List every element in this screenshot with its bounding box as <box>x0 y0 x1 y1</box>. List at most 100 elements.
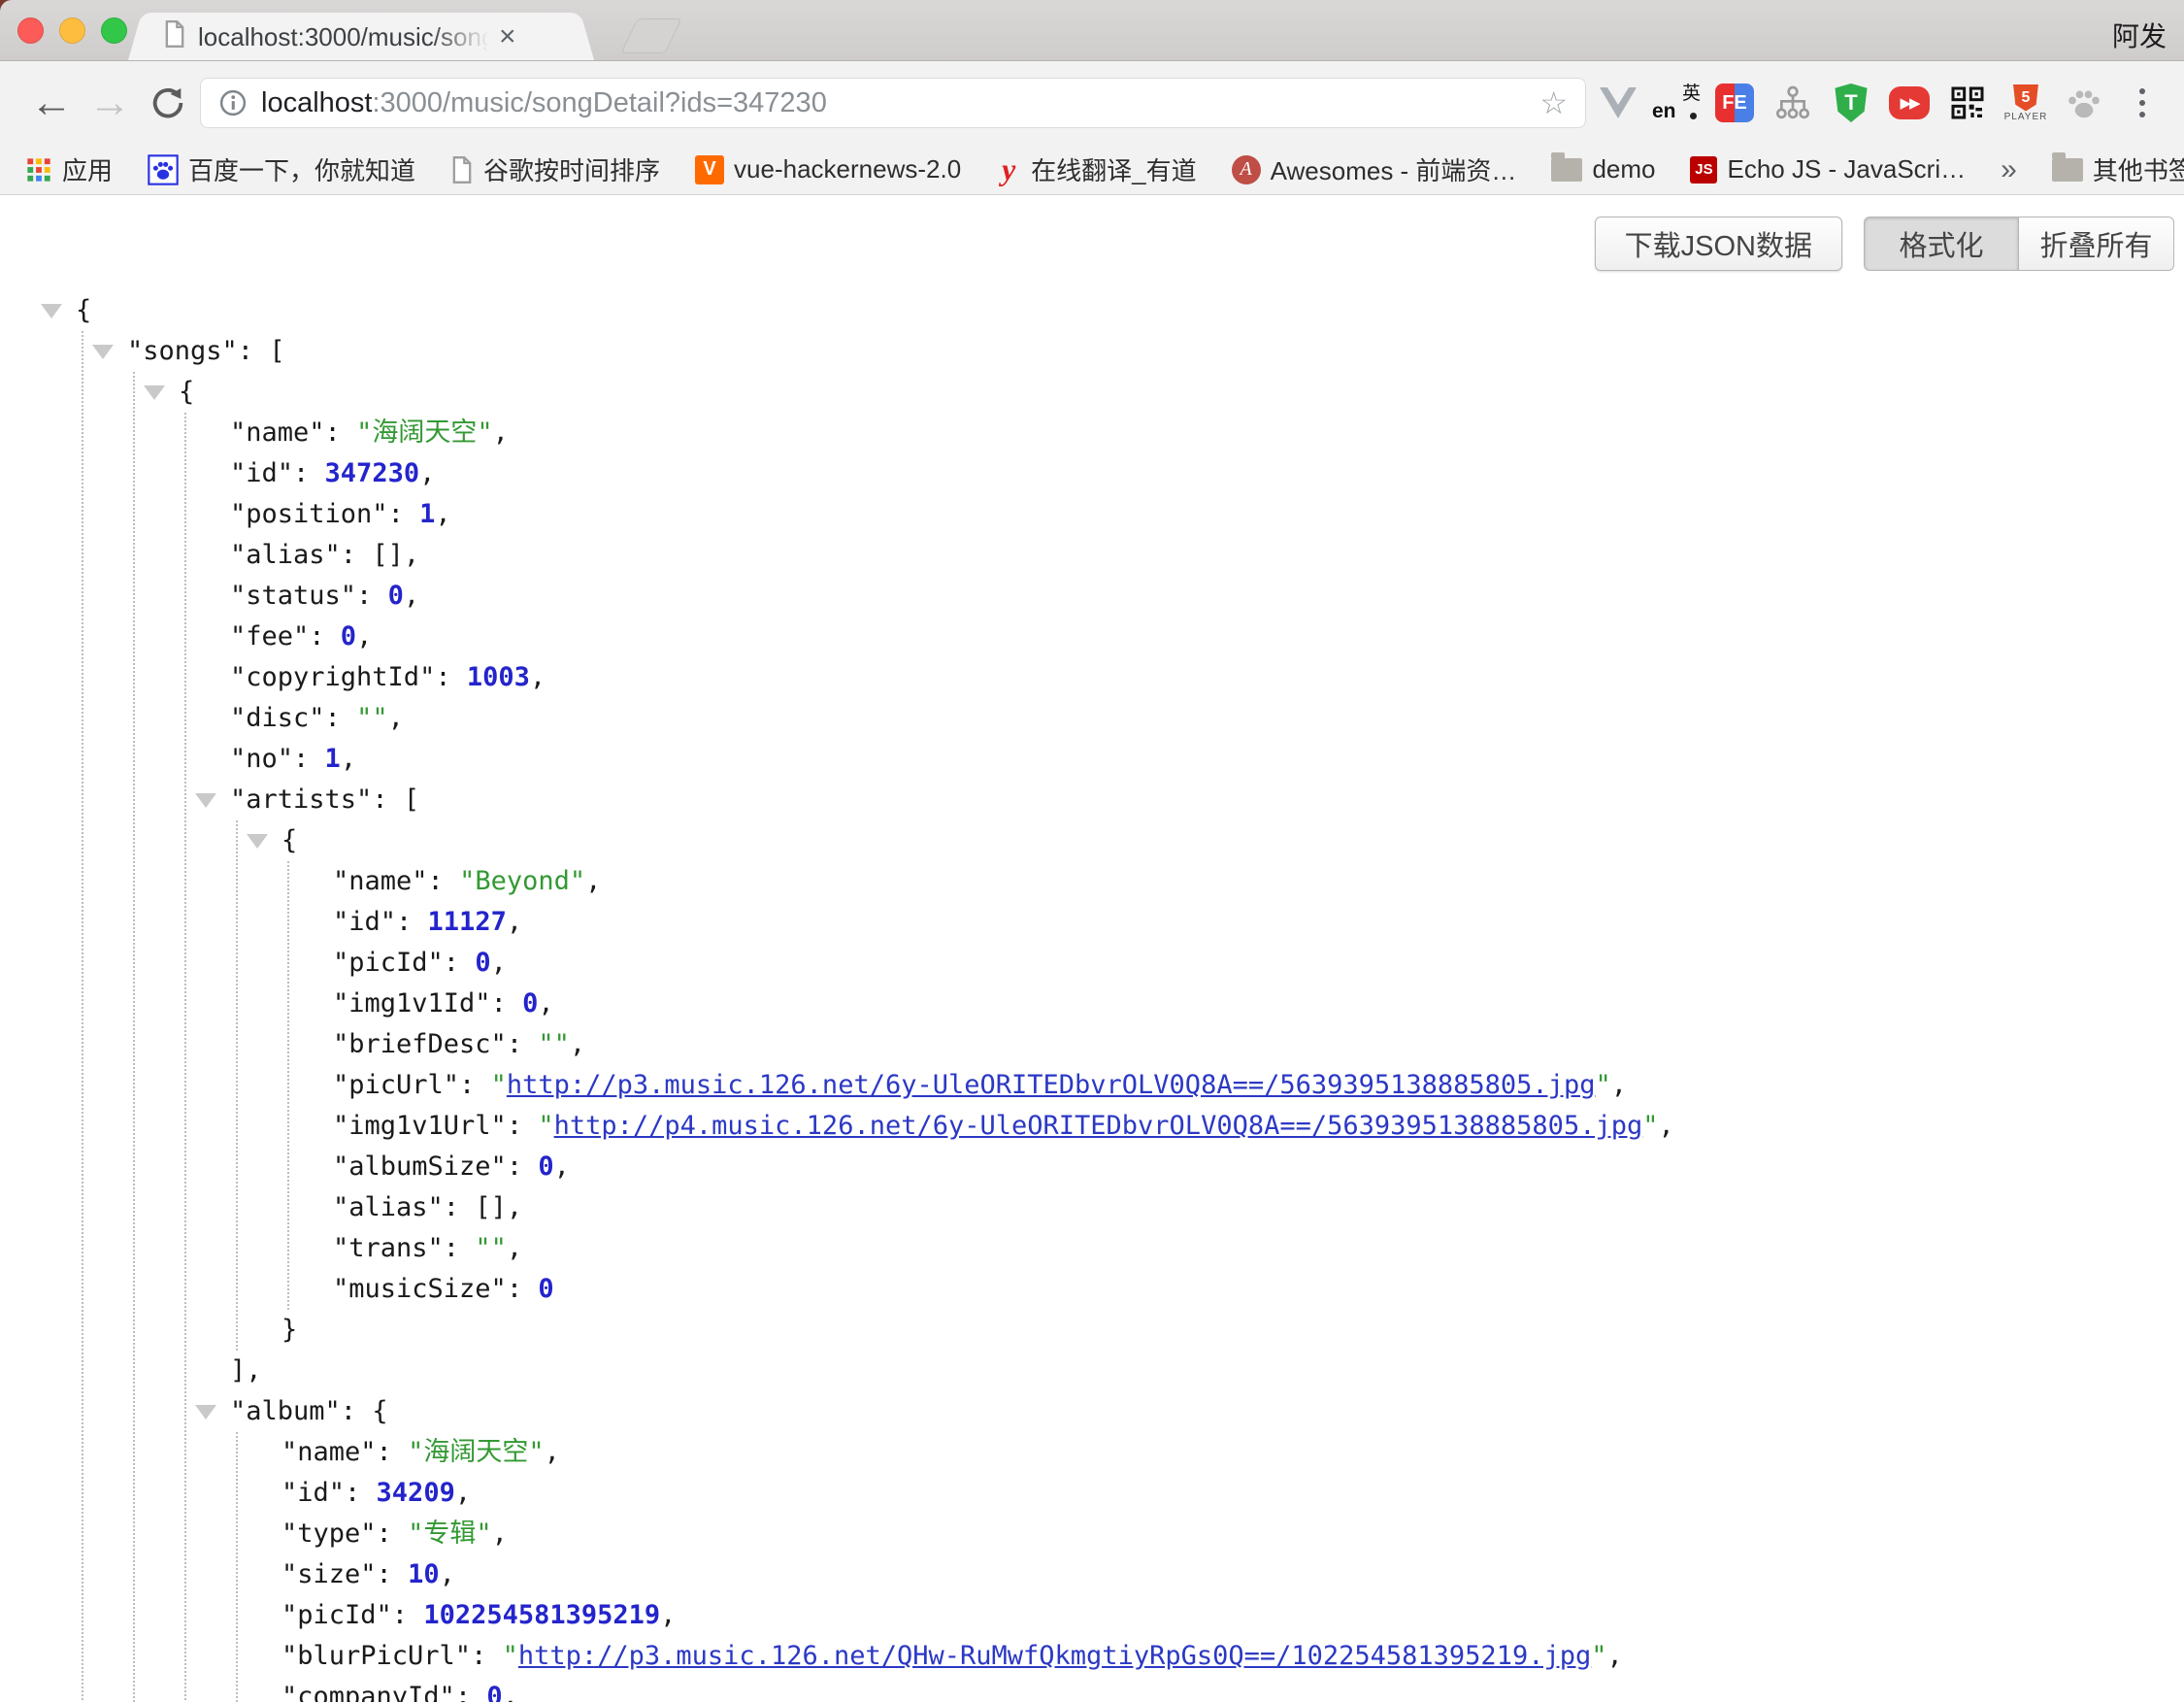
qrcode-extension-icon[interactable] <box>1941 77 1994 129</box>
tab-close-icon[interactable]: × <box>499 22 516 51</box>
json-punctuation: : <box>471 1641 503 1671</box>
vue-devtools-icon[interactable] <box>1592 77 1644 129</box>
translate-zh-label: 英 <box>1682 79 1701 105</box>
json-quote: " <box>1591 1641 1606 1671</box>
action-buttons: 下载JSON数据 格式化 折叠所有 <box>1595 217 2174 271</box>
json-line: { <box>281 820 2184 861</box>
json-key: "trans" <box>333 1233 444 1263</box>
profile-name[interactable]: 阿发 <box>2112 16 2167 54</box>
url-bar[interactable]: localhost:3000/music/songDetail?ids=3472… <box>200 78 1586 128</box>
reload-button[interactable] <box>142 83 194 122</box>
collapse-all-button[interactable]: 折叠所有 <box>2019 217 2174 271</box>
apps-grid-icon <box>25 156 52 184</box>
json-value-string: "专辑" <box>408 1519 492 1549</box>
minimize-window-button[interactable] <box>59 17 85 44</box>
close-window-button[interactable] <box>17 17 44 44</box>
json-key: "size" <box>281 1559 377 1589</box>
json-line: "picId": 102254581395219, <box>281 1595 2184 1636</box>
translate-extension-icon[interactable]: en 英 <box>1650 77 1703 129</box>
page-info-icon[interactable] <box>218 88 248 117</box>
bookmark-demo-folder[interactable]: demo <box>1551 154 1655 184</box>
tab-strip: localhost:3000/music/songDet × 阿发 <box>0 0 2184 61</box>
paw-extension-icon[interactable] <box>2058 77 2110 129</box>
sitemap-extension-icon[interactable] <box>1767 77 1819 129</box>
collapse-toggle-icon[interactable] <box>195 1405 216 1419</box>
json-comma: , <box>507 907 522 937</box>
json-key: "disc" <box>230 703 325 733</box>
browser-tab[interactable]: localhost:3000/music/songDet × <box>148 13 575 60</box>
json-key: "alias" <box>230 540 341 570</box>
bookmark-vue-hackernews[interactable]: V vue-hackernews-2.0 <box>695 154 961 184</box>
json-punctuation: : <box>377 1559 409 1589</box>
format-button[interactable]: 格式化 <box>1864 217 2019 271</box>
json-comma: , <box>507 1233 522 1263</box>
json-value-string: "" <box>538 1029 570 1059</box>
bookmark-google-sort[interactable]: 谷歌按时间排序 <box>450 151 660 187</box>
bookmarks-overflow-chevron[interactable]: » <box>2001 153 2017 186</box>
json-value-raw: [] <box>475 1192 507 1222</box>
bookmark-star-icon[interactable]: ☆ <box>1539 84 1568 121</box>
bookmark-awesomes[interactable]: A Awesomes - 前端资… <box>1232 151 1517 187</box>
json-comma: , <box>1607 1641 1623 1671</box>
json-punctuation: : <box>444 1233 476 1263</box>
html5-shield-badge: 5 <box>2013 84 2038 112</box>
back-button[interactable]: ← <box>25 82 78 124</box>
bookmark-label: vue-hackernews-2.0 <box>734 154 961 184</box>
json-key: "album" <box>230 1396 341 1426</box>
json-key: "name" <box>281 1437 377 1467</box>
collapse-toggle-icon[interactable] <box>247 834 268 849</box>
paw-icon <box>2065 83 2103 122</box>
json-punctuation: : <box>341 540 373 570</box>
json-punctuation: : <box>325 703 357 733</box>
json-key: "id" <box>230 458 293 488</box>
json-comma: , <box>585 866 601 896</box>
forward-button[interactable]: → <box>83 82 136 124</box>
json-key: "picUrl" <box>333 1070 459 1100</box>
reload-icon <box>149 83 187 122</box>
download-json-button[interactable]: 下载JSON数据 <box>1595 217 1842 271</box>
json-punctuation: : <box>345 1478 377 1508</box>
bookmark-baidu[interactable]: 百度一下，你就知道 <box>148 151 415 187</box>
json-key: "fee" <box>230 621 309 651</box>
shield-extension-icon[interactable]: T <box>1825 77 1877 129</box>
sitemap-icon <box>1773 83 1812 122</box>
qrcode-icon <box>1948 83 1987 122</box>
page-content: 下载JSON数据 格式化 折叠所有 {"songs": [{"name": "海… <box>0 195 2184 1702</box>
bookmark-echojs[interactable]: JS Echo JS - JavaScri… <box>1690 154 1966 184</box>
tab-title-fade <box>431 20 489 53</box>
html5-player-extension-icon[interactable]: 5 PLAYER <box>2000 77 2052 129</box>
bookmark-label: 在线翻译_有道 <box>1031 151 1196 187</box>
collapse-toggle-icon[interactable] <box>41 304 62 318</box>
json-punctuation: : <box>507 1152 539 1182</box>
collapse-toggle-icon[interactable] <box>195 793 216 808</box>
json-punctuation: : <box>435 662 467 692</box>
json-punctuation: : <box>444 948 476 978</box>
json-open-bracket: { <box>372 1396 387 1426</box>
zoom-window-button[interactable] <box>101 17 127 44</box>
bookmark-apps[interactable]: 应用 <box>25 151 113 187</box>
json-value-number: 347230 <box>325 458 420 488</box>
json-value-number: 1 <box>325 744 341 774</box>
json-line: "companyId": 0, <box>281 1677 2184 1702</box>
bookmark-youdao[interactable]: y 在线翻译_有道 <box>996 151 1196 187</box>
json-comma: , <box>356 621 372 651</box>
tab-title: localhost:3000/music/songDet <box>198 20 489 53</box>
json-open-bracket: { <box>76 295 91 325</box>
json-punctuation: : <box>459 1070 491 1100</box>
json-comma: , <box>404 540 419 570</box>
json-punctuation: : <box>396 907 428 937</box>
collapse-toggle-icon[interactable] <box>92 345 114 359</box>
json-value-link[interactable]: http://p4.music.126.net/6y-UleORITEDbvrO… <box>554 1111 1643 1141</box>
fe-extension-icon[interactable]: FE <box>1708 77 1761 129</box>
json-children-block: {"name": "海阔天空","id": 347230,"position":… <box>133 372 2184 1702</box>
fastforward-extension-icon[interactable]: ▶▶ <box>1883 77 1936 129</box>
json-comma: , <box>660 1600 676 1630</box>
json-value-link[interactable]: http://p3.music.126.net/6y-UleORITEDbvrO… <box>507 1070 1596 1100</box>
json-value-link[interactable]: http://p3.music.126.net/QHw-RuMwfQkmgtiy… <box>518 1641 1591 1671</box>
other-bookmarks-folder[interactable]: 其他书签 <box>2052 151 2184 187</box>
new-tab-button[interactable] <box>620 18 682 53</box>
collapse-toggle-icon[interactable] <box>144 385 165 400</box>
json-key: "name" <box>333 866 428 896</box>
json-comma: , <box>538 988 553 1018</box>
browser-menu-icon[interactable] <box>2116 77 2168 129</box>
